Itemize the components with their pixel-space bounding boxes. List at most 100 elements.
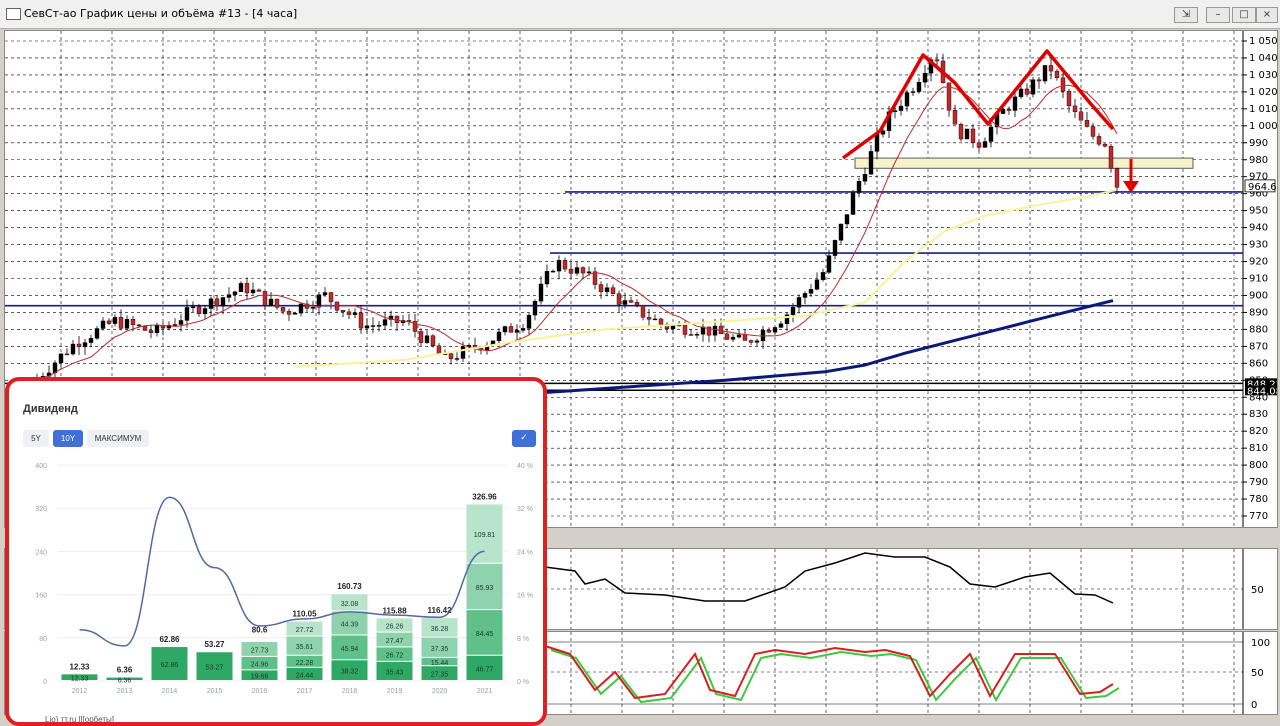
candle	[124, 319, 130, 329]
chart-window-icon	[6, 8, 21, 20]
tab-max[interactable]: МАКСИМУМ	[87, 430, 149, 447]
x-tick-label: 2018	[342, 688, 358, 695]
candle	[982, 141, 988, 148]
candle	[712, 325, 718, 336]
candle	[1090, 126, 1096, 137]
maximize-icon[interactable]: □	[1232, 7, 1256, 23]
x-tick-label: 2020	[432, 688, 448, 695]
segment-value-label: 37.35	[431, 646, 449, 653]
candle	[730, 336, 736, 340]
y-tick-label: 800	[1249, 460, 1268, 471]
candle	[526, 314, 532, 329]
candle	[196, 306, 202, 314]
candle	[1084, 120, 1090, 127]
candle	[892, 110, 898, 112]
candle	[598, 284, 604, 292]
minimize-icon[interactable]: –	[1206, 7, 1230, 23]
candle	[934, 59, 940, 62]
candle	[532, 301, 538, 316]
check-icon[interactable]: ✓	[512, 430, 536, 447]
candle	[214, 298, 220, 307]
y-left-tick: 80	[39, 636, 47, 643]
candle	[172, 324, 178, 326]
candle	[190, 306, 196, 309]
candle	[778, 323, 784, 328]
candle	[1060, 77, 1066, 92]
y-tick-label: 1 050	[1249, 36, 1277, 47]
head-shoulders-annotation	[841, 49, 1115, 160]
candle	[364, 325, 370, 329]
candle	[766, 330, 772, 333]
candle	[820, 272, 826, 280]
candle	[430, 335, 436, 347]
dividend-title: Дивиденд	[23, 403, 78, 415]
candle	[448, 353, 454, 360]
candle	[154, 325, 160, 333]
y-tick-label: 870	[1249, 341, 1268, 352]
x-tick-label: 2013	[117, 688, 133, 695]
candle	[832, 240, 838, 256]
candle	[268, 298, 274, 306]
candle	[856, 181, 862, 193]
close-icon[interactable]: ×	[1256, 7, 1278, 23]
candle	[592, 271, 598, 285]
candle	[736, 334, 742, 338]
candle	[652, 318, 658, 321]
candle	[286, 311, 292, 315]
total-value-label: 160.73	[337, 582, 362, 591]
candle	[748, 340, 754, 343]
y-tick-label: 900	[1249, 290, 1268, 301]
segment-value-label: 32.08	[341, 601, 359, 608]
candle	[1000, 109, 1006, 114]
total-value-label: 12.33	[69, 662, 90, 671]
tab-10y[interactable]: 10Y	[53, 430, 83, 447]
candle	[184, 307, 190, 321]
candle	[964, 128, 970, 140]
total-value-label: 110.05	[292, 610, 317, 619]
candle	[502, 326, 508, 333]
y-tick-label: 820	[1249, 426, 1268, 437]
candle	[544, 271, 550, 285]
segment-value-label: 44.39	[341, 622, 359, 629]
x-tick-label: 2019	[387, 688, 403, 695]
candle	[376, 325, 382, 327]
segment-value-label: 26.72	[386, 653, 404, 660]
stochastic-d-line	[550, 649, 1120, 704]
candle	[310, 307, 316, 309]
candle	[316, 294, 322, 308]
ma-long-line	[524, 299, 1114, 396]
y-tick-label: 930	[1249, 240, 1268, 251]
candle	[496, 331, 502, 342]
candle	[340, 310, 346, 313]
candle	[862, 174, 868, 182]
candle	[802, 293, 808, 298]
segment-value-label: 36.28	[431, 626, 449, 633]
ma-short-line	[36, 84, 1118, 380]
candle	[898, 105, 904, 111]
tab-5y[interactable]: 5Y	[23, 430, 49, 447]
candle	[988, 126, 994, 142]
restore-icon[interactable]: ⇲	[1174, 7, 1198, 23]
x-tick-label: 2017	[297, 688, 313, 695]
y-right-tick: 16 %	[517, 593, 533, 600]
candle	[136, 324, 142, 327]
candle	[838, 223, 844, 241]
candle	[616, 293, 622, 305]
candle	[460, 346, 466, 359]
candle	[238, 283, 244, 293]
candle	[670, 325, 676, 329]
y-tick-label: 880	[1249, 324, 1268, 335]
candle	[1042, 65, 1048, 82]
candle	[844, 214, 850, 225]
candle	[658, 318, 664, 325]
y-right-tick: 32 %	[517, 506, 533, 513]
y-tick-label: 990	[1249, 138, 1268, 149]
current-price-label: 964.6	[1248, 182, 1277, 193]
segment-value-label: 53.27	[206, 665, 224, 672]
candle	[550, 270, 556, 273]
segment-value-label: 35.61	[296, 644, 314, 651]
candle	[142, 325, 148, 331]
segment-value-label: 24.44	[296, 672, 314, 679]
candle	[1108, 146, 1114, 169]
candle	[178, 320, 184, 325]
